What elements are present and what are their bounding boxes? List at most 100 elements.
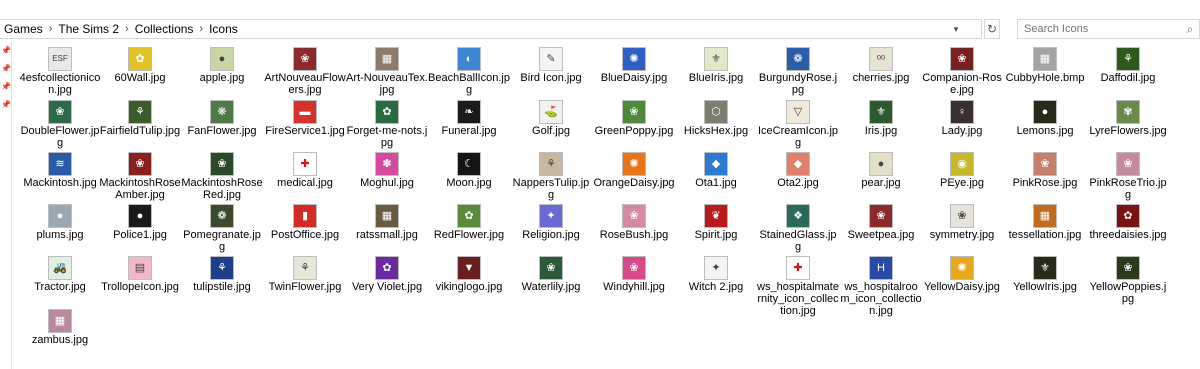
file-item[interactable]: ▽ IceCreamIcon.jpg bbox=[757, 100, 839, 149]
file-item[interactable]: ◐ BeachBallIcon.jpg bbox=[428, 47, 510, 96]
file-item[interactable]: ✿ Forget-me-nots.jpg bbox=[346, 100, 428, 149]
file-item[interactable]: ❀ RoseBush.jpg bbox=[593, 204, 675, 241]
file-item[interactable]: ♀ Lady.jpg bbox=[921, 100, 1003, 137]
file-item[interactable]: ❋ FanFlower.jpg bbox=[181, 100, 263, 137]
file-item[interactable]: ▬ FireService1.jpg bbox=[264, 100, 346, 137]
file-item[interactable]: ❖ StainedGlass.jpg bbox=[757, 204, 839, 253]
file-item[interactable]: ✦ Religion.jpg bbox=[510, 204, 592, 241]
breadcrumb-collections[interactable]: Collections bbox=[131, 22, 198, 36]
file-item[interactable]: ❀ Windyhill.jpg bbox=[593, 256, 675, 293]
chevron-right-icon[interactable]: › bbox=[123, 23, 131, 35]
address-bar[interactable]: Games › The Sims 2 › Collections › Icons… bbox=[0, 19, 982, 39]
file-item[interactable]: ❁ Pomegranate.jpg bbox=[181, 204, 263, 253]
file-item[interactable]: ✾ LyreFlowers.jpg bbox=[1087, 100, 1169, 137]
refresh-button[interactable]: ↻ bbox=[984, 19, 1000, 39]
file-item[interactable]: ✚ ws_hospitalmaternity_icon_collection.jp… bbox=[757, 256, 839, 317]
search-box[interactable]: ⌕ bbox=[1017, 19, 1200, 39]
file-thumbnail: ● bbox=[129, 205, 151, 227]
file-item[interactable]: ✺ BlueDaisy.jpg bbox=[593, 47, 675, 84]
file-item[interactable]: ✿ RedFlower.jpg bbox=[428, 204, 510, 241]
file-item[interactable]: ✿ 60Wall.jpg bbox=[99, 47, 181, 84]
file-item[interactable]: ▤ TrollopeIcon.jpg bbox=[99, 256, 181, 293]
file-item[interactable]: ✎ Bird Icon.jpg bbox=[510, 47, 592, 84]
file-item[interactable]: ❀ symmetry.jpg bbox=[921, 204, 1003, 241]
file-thumbnail: ♀ bbox=[951, 101, 973, 123]
breadcrumb-icons[interactable]: Icons bbox=[205, 22, 242, 36]
file-item[interactable]: ▼ vikinglogo.jpg bbox=[428, 256, 510, 293]
file-item[interactable]: ❀ MackintoshRoseRed.jpg bbox=[181, 152, 263, 201]
file-item[interactable]: ⚘ Daffodil.jpg bbox=[1087, 47, 1169, 84]
file-item[interactable]: ✚ medical.jpg bbox=[264, 152, 346, 189]
file-item[interactable]: ❦ Spirit.jpg bbox=[675, 204, 757, 241]
file-item[interactable]: ⚘ TwinFlower.jpg bbox=[264, 256, 346, 293]
file-item[interactable]: ≋ Mackintosh.jpg bbox=[19, 152, 101, 189]
file-item[interactable]: ● apple.jpg bbox=[181, 47, 263, 84]
file-item[interactable]: ❀ GreenPoppy.jpg bbox=[593, 100, 675, 137]
file-item[interactable]: ✿ threedaisies.jpg bbox=[1087, 204, 1169, 241]
chevron-right-icon[interactable]: › bbox=[47, 23, 55, 35]
file-item[interactable]: ❀ YellowPoppies.jpg bbox=[1087, 256, 1169, 305]
file-item[interactable]: ● pear.jpg bbox=[840, 152, 922, 189]
file-item[interactable]: ◆ Ota2.jpg bbox=[757, 152, 839, 189]
file-item[interactable]: ▮ PostOffice.jpg bbox=[264, 204, 346, 241]
file-name: Waterlily.jpg bbox=[521, 281, 581, 293]
file-item[interactable]: ⚘ NappersTulip.jpg bbox=[510, 152, 592, 201]
chevron-right-icon[interactable]: › bbox=[197, 23, 205, 35]
file-name: OrangeDaisy.jpg bbox=[593, 177, 675, 189]
file-item[interactable]: ⚜ YellowIris.jpg bbox=[1004, 256, 1086, 293]
breadcrumb-games[interactable]: Games bbox=[0, 22, 47, 36]
navigation-pane[interactable]: 📌 📌 📌 📌 bbox=[0, 42, 12, 369]
file-item[interactable]: ● plums.jpg bbox=[19, 204, 101, 241]
search-icon[interactable]: ⌕ bbox=[1181, 22, 1199, 37]
file-item[interactable]: ❀ Waterlily.jpg bbox=[510, 256, 592, 293]
file-name: threedaisies.jpg bbox=[1089, 229, 1167, 241]
file-item[interactable]: ✺ OrangeDaisy.jpg bbox=[593, 152, 675, 189]
file-item[interactable]: ✦ Witch 2.jpg bbox=[675, 256, 757, 293]
file-item[interactable]: ● Lemons.jpg bbox=[1004, 100, 1086, 137]
file-item[interactable]: ❀ Sweetpea.jpg bbox=[840, 204, 922, 241]
file-item[interactable]: ⚘ FairfieldTulip.jpg bbox=[99, 100, 181, 137]
file-item[interactable]: ▦ ratssmall.jpg bbox=[346, 204, 428, 241]
file-item[interactable]: ▦ Art-NouveauTex.jpg bbox=[346, 47, 428, 96]
file-item[interactable]: ◉ PEye.jpg bbox=[921, 152, 1003, 189]
thumbnail-glyph-icon: ✿ bbox=[1123, 210, 1133, 222]
file-item[interactable]: Hws_hospitalroom_icon_collection.jpg bbox=[840, 256, 922, 317]
file-item[interactable]: ✺ YellowDaisy.jpg bbox=[921, 256, 1003, 293]
file-item[interactable]: ❀ PinkRoseTrio.jpg bbox=[1087, 152, 1169, 201]
file-name: TwinFlower.jpg bbox=[268, 281, 342, 293]
search-input[interactable] bbox=[1018, 22, 1181, 36]
file-item[interactable]: ⚘ tulipstile.jpg bbox=[181, 256, 263, 293]
file-item[interactable]: ⚜ BlueIris.jpg bbox=[675, 47, 757, 84]
file-item[interactable]: ❀ DoubleFlower.jpg bbox=[19, 100, 101, 149]
file-item[interactable]: ᵒᵒ cherries.jpg bbox=[840, 47, 922, 84]
file-item[interactable]: ● Police1.jpg bbox=[99, 204, 181, 241]
file-item[interactable]: ✽ Moghul.jpg bbox=[346, 152, 428, 189]
file-thumbnail: ❀ bbox=[1117, 257, 1139, 279]
file-item[interactable]: ▦ tessellation.jpg bbox=[1004, 204, 1086, 241]
chevron-down-icon[interactable]: ▾ bbox=[949, 22, 963, 36]
file-thumbnail: ▦ bbox=[1034, 48, 1056, 70]
file-item[interactable]: ⛳ Golf.jpg bbox=[510, 100, 592, 137]
file-item[interactable]: ❀ Companion-Rose.jpg bbox=[921, 47, 1003, 96]
file-item[interactable]: ▦ CubbyHole.bmp bbox=[1004, 47, 1086, 84]
file-item[interactable]: ◆ Ota1.jpg bbox=[675, 152, 757, 189]
thumbnail-glyph-icon: ❀ bbox=[876, 210, 886, 222]
breadcrumb-the-sims-2[interactable]: The Sims 2 bbox=[54, 22, 123, 36]
file-thumbnail: ❀ bbox=[540, 257, 562, 279]
file-item[interactable]: 🚜 Tractor.jpg bbox=[19, 256, 101, 293]
thumbnail-glyph-icon: ❁ bbox=[217, 210, 227, 222]
file-item[interactable]: ❀ PinkRose.jpg bbox=[1004, 152, 1086, 189]
file-name: Funeral.jpg bbox=[441, 125, 497, 137]
file-item[interactable]: ❀ ArtNouveauFlowers.jpg bbox=[264, 47, 346, 96]
file-item[interactable]: ✿ Very Violet.jpg bbox=[346, 256, 428, 293]
file-item[interactable]: ESF 4esfcollectionicon.jpg bbox=[19, 47, 101, 96]
file-item[interactable]: ❀ MackintoshRoseAmber.jpg bbox=[99, 152, 181, 201]
file-item[interactable]: ⚜ Iris.jpg bbox=[840, 100, 922, 137]
file-item[interactable]: ❁ BurgundyRose.jpg bbox=[757, 47, 839, 96]
file-item[interactable]: ❧ Funeral.jpg bbox=[428, 100, 510, 137]
thumbnail-glyph-icon: ❀ bbox=[1123, 158, 1133, 170]
file-thumbnail: ❀ bbox=[49, 101, 71, 123]
file-item[interactable]: ⬡ HicksHex.jpg bbox=[675, 100, 757, 137]
file-item[interactable]: ☾ Moon.jpg bbox=[428, 152, 510, 189]
file-item[interactable]: ▦ zambus.jpg bbox=[19, 309, 101, 346]
